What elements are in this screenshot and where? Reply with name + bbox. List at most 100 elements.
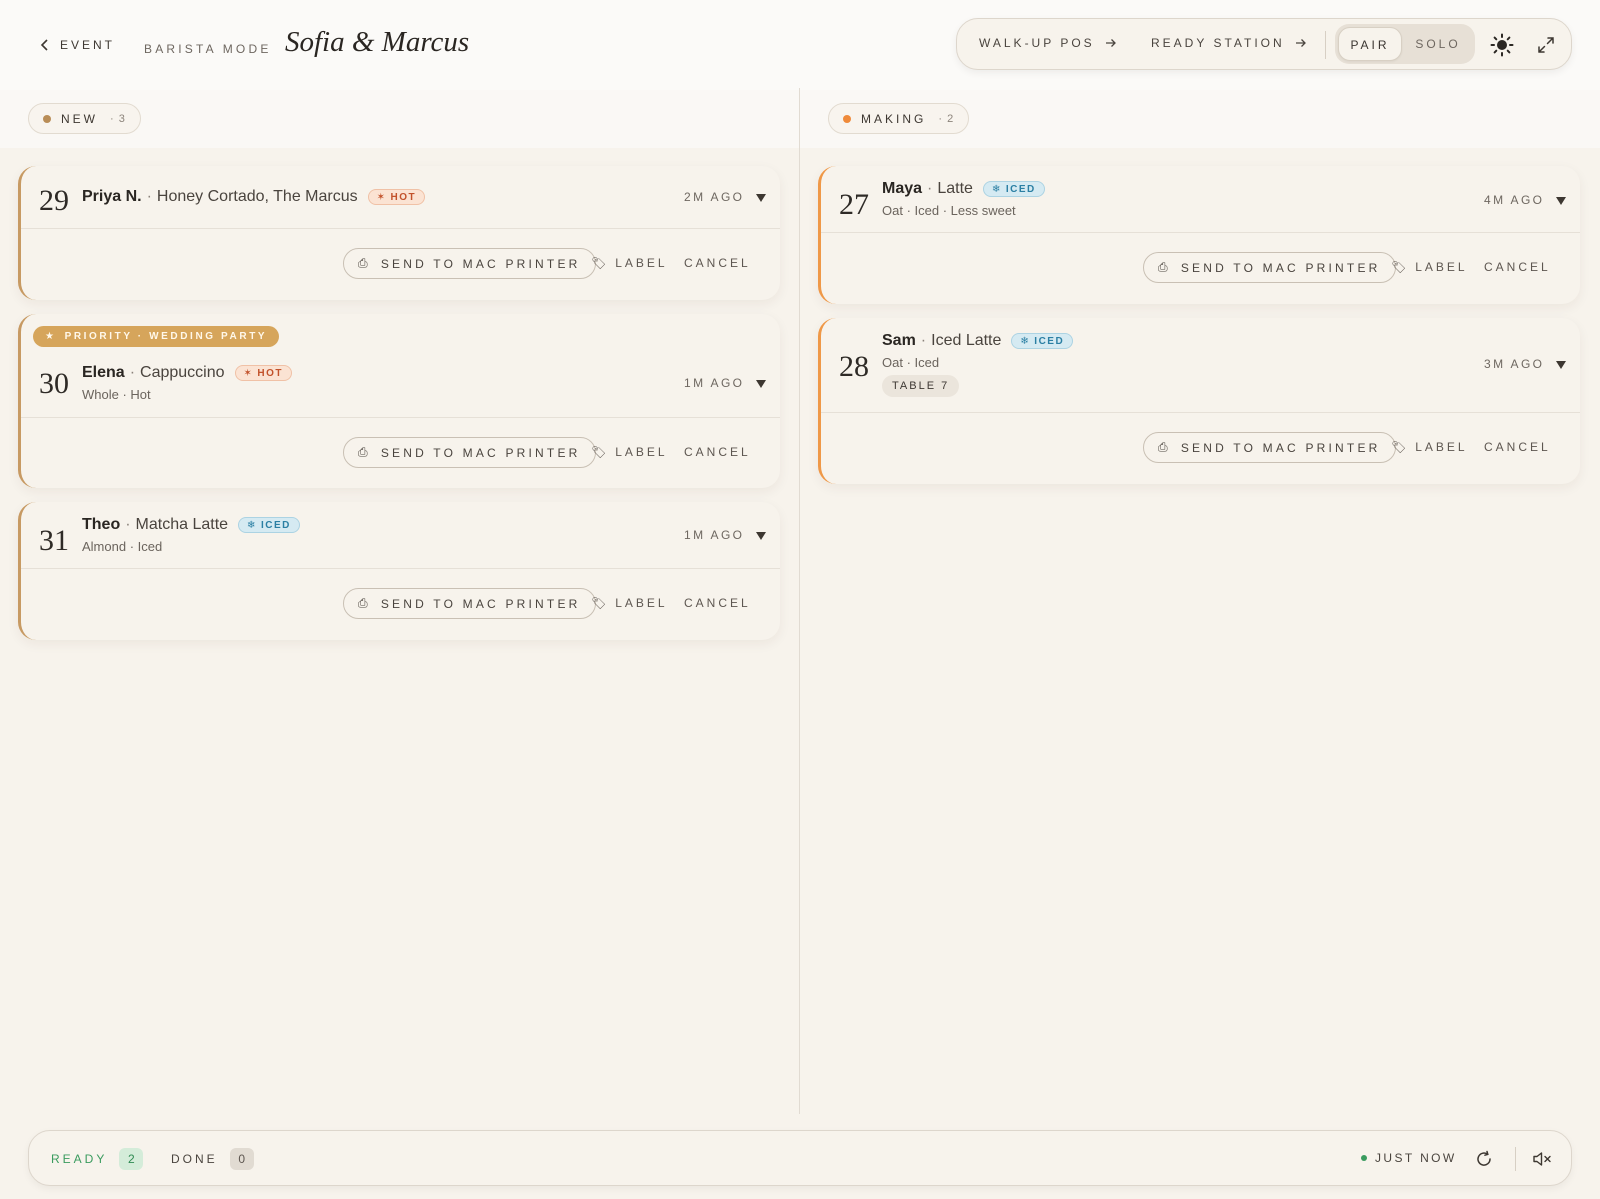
tag-icon: 🏷︎ [591,596,610,610]
order-modifiers: Oat · Iced · Less sweet [882,203,1016,218]
printer-icon: ⎙ [358,445,371,459]
top-bar: EVENT BARISTA MODE Sofia & Marcus WALK-U… [0,0,1600,90]
making-column-count: · 2 [938,112,955,125]
pair-option[interactable]: PAIR [1338,27,1402,61]
toolbar-divider [1325,31,1326,59]
card-divider [821,412,1580,413]
drink-name: Cappuccino [140,364,225,381]
chevron-left-icon [40,39,48,51]
expand-chevron-icon[interactable] [1555,196,1567,206]
order-card-27[interactable]: 27 Maya · Latte ❄ ICED Oat · Iced · Less … [818,166,1580,304]
order-modifiers: Oat · Iced [882,355,940,370]
fullscreen-button[interactable] [1532,31,1560,59]
back-label: EVENT [60,38,116,52]
ready-station-link[interactable]: READY STATION [1151,36,1307,50]
snowflake-icon: ❄ [1020,335,1031,347]
making-status-dot [843,114,851,123]
order-card-31[interactable]: 31 Theo · Matcha Latte ❄ ICED Almond · Ic… [18,502,780,640]
order-title: Maya · Latte ❄ ICED [882,180,1045,198]
mode-label: BARISTA MODE [144,42,272,56]
tag-icon: 🏷︎ [1391,440,1410,454]
customer-name: Maya [882,180,923,197]
label-button[interactable]: 🏷︎ LABEL [591,256,668,270]
label-button[interactable]: 🏷︎ LABEL [591,445,668,459]
label-button[interactable]: 🏷︎ LABEL [1391,260,1468,274]
label-button[interactable]: 🏷︎ LABEL [591,596,668,610]
refresh-button[interactable] [1471,1146,1497,1172]
solo-option[interactable]: SOLO [1405,27,1471,61]
done-label: DONE [171,1152,218,1166]
table-chip: TABLE 7 [882,375,960,397]
iced-badge: ❄ ICED [1011,333,1074,349]
back-to-event-button[interactable]: EVENT [40,38,115,52]
pair-solo-toggle: PAIR SOLO [1335,24,1475,64]
separator: · [927,180,933,197]
flame-icon: ✶ [243,367,254,379]
send-to-printer-button[interactable]: ⎙ SEND TO MAC PRINTER [1143,432,1396,463]
order-modifiers: Whole · Hot [82,387,151,402]
star-icon: ★ [45,331,57,342]
event-title: Sofia & Marcus [285,26,470,58]
printer-icon: ⎙ [1158,440,1171,454]
drink-name: Iced Latte [931,332,1002,349]
expand-chevron-icon[interactable] [1555,360,1567,370]
ready-tab[interactable]: READY 2 [51,1148,144,1170]
label-button[interactable]: 🏷︎ LABEL [1391,440,1468,454]
send-to-printer-button[interactable]: ⎙ SEND TO MAC PRINTER [343,437,596,468]
separator: · [129,364,136,381]
walkup-pos-link[interactable]: WALK-UP POS [979,36,1117,50]
order-number: 31 [39,524,69,557]
order-number: 27 [839,188,869,221]
hot-badge: ✶ HOT [234,365,293,381]
order-number: 30 [39,367,69,400]
sun-icon [1490,33,1514,57]
cancel-button[interactable]: CANCEL [684,256,751,270]
cancel-button[interactable]: CANCEL [684,445,751,459]
speaker-muted-icon [1533,1152,1551,1166]
order-age: 2M AGO [684,190,745,204]
expand-chevron-icon[interactable] [755,193,767,203]
making-column-pill: MAKING · 2 [828,103,970,134]
drink-name: Matcha Latte [135,516,229,533]
customer-name: Sam [882,332,916,349]
order-card-30[interactable]: ★ PRIORITY · WEDDING PARTY 30 Elena · Cap… [18,314,780,488]
order-age: 3M AGO [1484,357,1545,371]
hot-badge: ✶ HOT [367,189,426,205]
expand-chevron-icon[interactable] [755,379,767,389]
ready-station-label: READY STATION [1151,36,1285,50]
send-to-printer-button[interactable]: ⎙ SEND TO MAC PRINTER [1143,252,1396,283]
order-modifiers: Almond · Iced [82,539,163,554]
order-age: 1M AGO [684,376,745,390]
order-number: 29 [39,184,69,217]
iced-badge: ❄ ICED [238,517,300,533]
done-count: 0 [229,1148,254,1170]
customer-name: Priya N. [82,188,142,205]
arrow-right-icon [1105,39,1116,47]
drink-name: Latte [937,180,973,197]
iced-badge: ❄ ICED [982,181,1045,197]
theme-toggle-button[interactable] [1488,31,1516,59]
cancel-button[interactable]: CANCEL [1484,260,1551,274]
done-tab[interactable]: DONE 0 [171,1148,254,1170]
printer-icon: ⎙ [358,596,371,610]
ready-count: 2 [119,1148,144,1170]
card-divider [21,568,780,569]
sync-status-label: JUST NOW [1375,1151,1457,1165]
card-divider [21,228,780,229]
printer-icon: ⎙ [358,256,371,270]
new-status-dot [43,114,51,123]
order-card-29[interactable]: 29 Priya N. · Honey Cortado, The Marcus … [18,166,780,300]
order-card-28[interactable]: 28 Sam · Iced Latte ❄ ICED Oat · Iced TAB… [818,318,1580,484]
making-column-label: MAKING [861,111,927,126]
expand-chevron-icon[interactable] [755,531,767,541]
send-to-printer-button[interactable]: ⎙ SEND TO MAC PRINTER [343,248,596,279]
send-to-printer-button[interactable]: ⎙ SEND TO MAC PRINTER [343,588,596,619]
walkup-pos-label: WALK-UP POS [979,36,1095,50]
cancel-button[interactable]: CANCEL [1484,440,1551,454]
drink-name: Honey Cortado, The Marcus [156,188,358,205]
order-title: Theo · Matcha Latte ❄ ICED [82,516,300,534]
order-number: 28 [839,350,869,383]
cancel-button[interactable]: CANCEL [684,596,751,610]
footer-divider [1515,1147,1516,1171]
mute-button[interactable] [1529,1146,1555,1172]
